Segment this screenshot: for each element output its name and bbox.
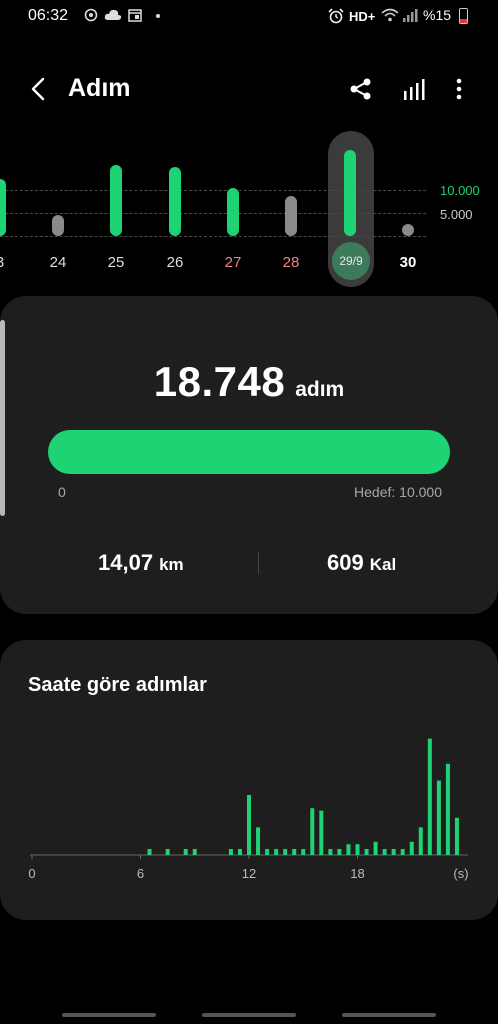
nav-home-button[interactable]: [202, 1013, 296, 1017]
hourly-x-tick-0: 0: [28, 866, 35, 881]
dot-icon: [155, 8, 161, 25]
hourly-bar: [382, 849, 387, 855]
day-label-28[interactable]: 28: [271, 254, 311, 271]
hourly-steps-card: Saate göre adımlar 0 6 12 18 (s): [0, 640, 498, 920]
hourly-bar: [192, 849, 197, 855]
summary-card: 18.748 adım 0 Hedef: 10.000 14,07 km 609 Ka…: [0, 296, 498, 614]
day-bar-28[interactable]: [285, 195, 297, 236]
hourly-bar: [346, 844, 351, 855]
stats-button[interactable]: [400, 74, 430, 104]
half-goal-gridline: [0, 213, 426, 214]
day-empty-dot-30[interactable]: [402, 224, 414, 236]
goal-line-label: 10.000: [440, 183, 480, 198]
app-header: Adım: [0, 60, 498, 116]
hourly-bar: [445, 763, 450, 855]
day-label-3[interactable]: 3: [0, 254, 20, 271]
sync-icon: [84, 8, 98, 25]
share-button[interactable]: [346, 74, 376, 104]
chevron-left-icon: [31, 77, 45, 101]
page-title: Adım: [68, 74, 131, 102]
more-options-button[interactable]: [444, 74, 474, 104]
hourly-x-tick-12: 12: [242, 866, 256, 881]
hourly-bar: [183, 849, 188, 855]
steps-progress-bar: [48, 430, 450, 474]
hourly-bar: [237, 849, 242, 855]
baseline-gridline: [0, 236, 426, 237]
hourly-bar: [373, 841, 378, 855]
hourly-bar: [400, 849, 405, 855]
hourly-bar: [409, 841, 414, 855]
hourly-bar: [147, 849, 152, 855]
hourly-bar: [391, 849, 396, 855]
status-time: 06:32: [28, 7, 69, 24]
more-vertical-icon: [456, 78, 462, 100]
progress-min-label: 0: [58, 484, 66, 500]
nav-back-button[interactable]: [342, 1013, 436, 1017]
hourly-bar: [256, 827, 261, 855]
day-label-24[interactable]: 24: [38, 254, 78, 271]
bar-chart-icon: [404, 79, 425, 100]
distance-unit: km: [159, 555, 184, 574]
cloud-icon: [104, 8, 122, 25]
wifi-icon: [381, 8, 399, 25]
hourly-x-tick-18: 18: [350, 866, 364, 881]
weekly-steps-chart: 10.000 5.000 3 24 25 26 27 28 29/9 30: [0, 128, 498, 288]
goal-gridline: [0, 190, 426, 191]
hourly-bar: [427, 738, 432, 855]
selected-day-label[interactable]: 29/9: [332, 242, 370, 280]
hourly-bar: [436, 780, 441, 855]
calories-unit: Kal: [369, 555, 397, 574]
back-button[interactable]: [24, 74, 54, 104]
day-bar-24[interactable]: [52, 215, 64, 236]
hourly-steps-chart: 0 6 12 18 (s): [28, 738, 469, 881]
day-label-25[interactable]: 25: [96, 254, 136, 271]
day-bar-26[interactable]: [169, 167, 181, 236]
day-label-26[interactable]: 26: [155, 254, 195, 271]
hourly-bar: [301, 849, 306, 855]
steps-unit: adım: [295, 378, 345, 401]
network-label: HD+: [349, 9, 376, 24]
hourly-bar: [283, 849, 288, 855]
distance-value: 14,07: [98, 550, 154, 575]
day-label-27[interactable]: 27: [213, 254, 253, 271]
status-bar: 06:32 HD+ %15: [0, 0, 498, 32]
battery-percent: %15: [423, 7, 452, 23]
day-label-30[interactable]: 30: [388, 254, 428, 271]
alarm-icon: [328, 8, 344, 27]
hourly-bar: [310, 808, 315, 855]
share-icon: [350, 78, 371, 100]
nav-recents-button[interactable]: [62, 1013, 156, 1017]
hourly-bar: [328, 849, 333, 855]
signal-icon: [402, 8, 418, 25]
scrollbar-thumb[interactable]: [0, 320, 5, 516]
steps-total: 18.748 adım: [0, 358, 498, 406]
hourly-bar: [364, 849, 369, 855]
hourly-bar: [319, 810, 324, 855]
hourly-bar: [418, 827, 423, 855]
calories-value: 609: [327, 550, 364, 575]
hourly-bar: [247, 795, 251, 855]
hourly-bar: [355, 844, 360, 855]
hourly-bar: [165, 849, 170, 855]
battery-icon: [459, 8, 468, 24]
stat-divider: [258, 552, 259, 574]
half-goal-line-label: 5.000: [440, 207, 473, 222]
day-bar-29-9[interactable]: [344, 149, 356, 236]
calories-stat: 609 Kal: [327, 550, 396, 576]
hourly-bar: [292, 849, 297, 855]
hourly-bar: [265, 849, 270, 855]
hourly-x-unit-label: (s): [453, 866, 468, 881]
hourly-bar: [274, 849, 279, 855]
day-bar-27[interactable]: [227, 187, 239, 236]
hourly-bar: [337, 849, 342, 855]
progress-goal-label: Hedef: 10.000: [354, 484, 442, 500]
day-bar-3[interactable]: [0, 178, 6, 236]
calendar-icon: [128, 8, 142, 25]
distance-stat: 14,07 km: [98, 550, 184, 576]
hourly-bar: [228, 849, 233, 855]
hourly-x-tick-6: 6: [137, 866, 144, 881]
day-bar-25[interactable]: [110, 164, 122, 236]
steps-value: 18.748: [153, 358, 286, 405]
hourly-bar: [454, 817, 459, 855]
